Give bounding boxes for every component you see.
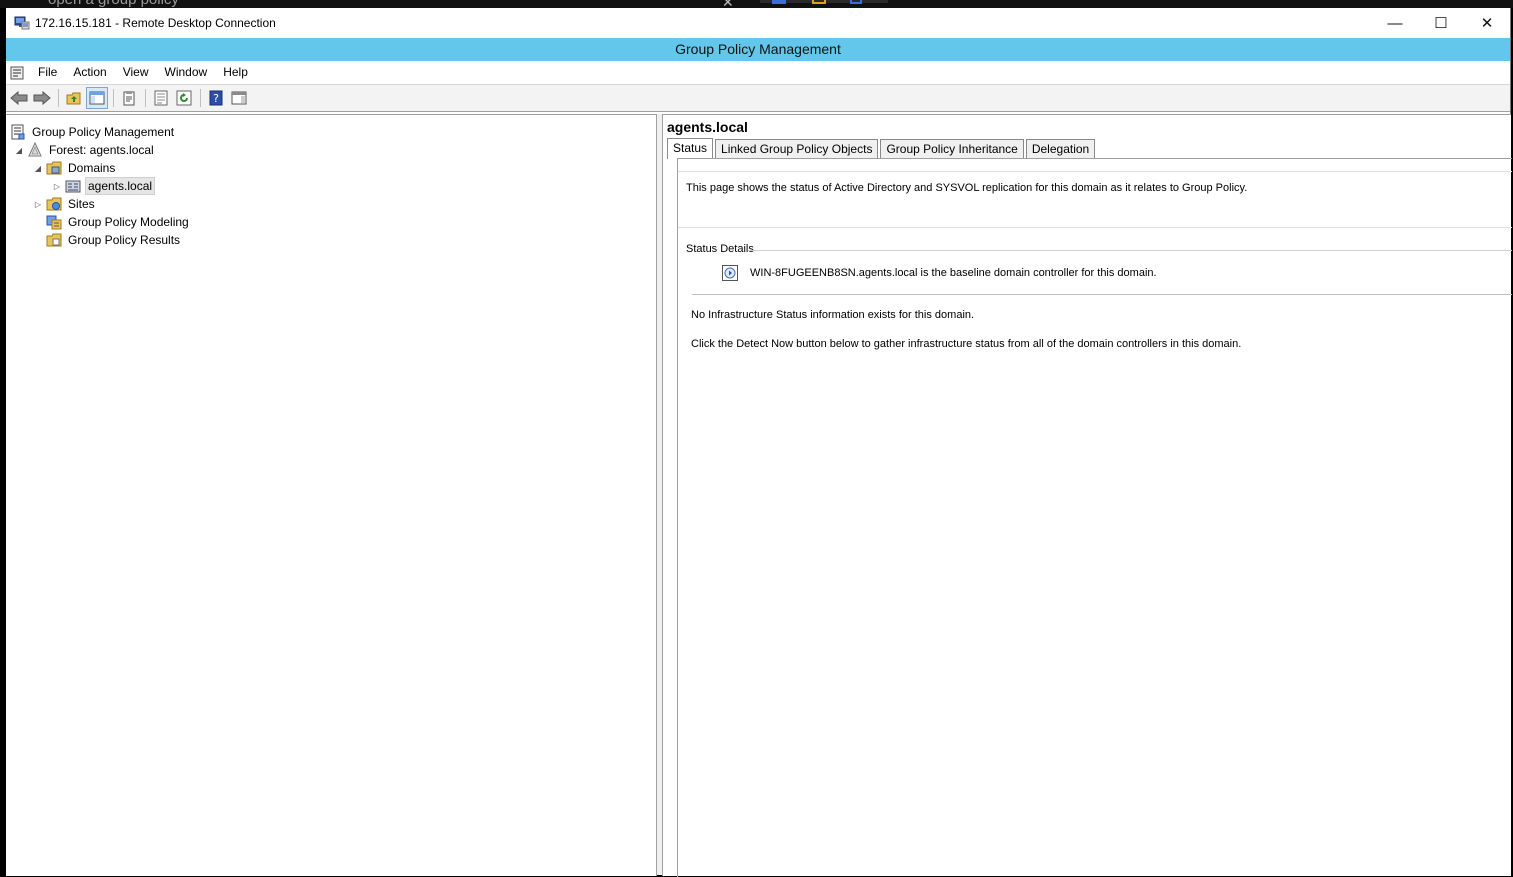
up-one-level-button[interactable] [63, 87, 85, 109]
no-infrastructure-text: No Infrastructure Status information exi… [691, 309, 975, 321]
sites-folder-icon [46, 196, 62, 212]
forward-arrow-icon [33, 91, 51, 105]
tree-item-domains[interactable]: ◢ Domains [33, 159, 117, 177]
tree-label: Domains [68, 161, 116, 175]
forward-button[interactable] [31, 87, 53, 109]
expand-details-button[interactable] [722, 265, 738, 281]
expand-triangle-icon[interactable]: ▷ [52, 182, 62, 191]
details-title: agents.local [667, 119, 748, 135]
forest-icon [27, 142, 43, 158]
show-hide-action-pane-button[interactable] [228, 87, 250, 109]
domains-folder-icon [46, 160, 62, 176]
rdp-title-bar[interactable]: 172.16.15.181 - Remote Desktop Connectio… [6, 8, 1510, 38]
rdp-window-title: 172.16.15.181 - Remote Desktop Connectio… [35, 16, 276, 30]
tab-linked-gpos[interactable]: Linked Group Policy Objects [715, 139, 879, 158]
menu-file[interactable]: File [30, 61, 65, 84]
show-hide-console-tree-button[interactable] [86, 87, 108, 109]
tree-label: Group Policy Management [32, 125, 175, 139]
tree-item-forest[interactable]: ◢ Forest: agents.local [14, 141, 156, 159]
refresh-button[interactable] [173, 87, 195, 109]
status-separator [692, 294, 1512, 295]
tree-label: Group Policy Results [68, 233, 181, 247]
baseline-dc-text: WIN-8FUGEENB8SN.agents.local is the base… [750, 267, 1157, 279]
status-details-heading: Status Details [686, 243, 754, 255]
collapse-triangle-icon[interactable]: ◢ [14, 146, 24, 155]
tree-label: agents.local [85, 177, 156, 195]
domain-icon [65, 178, 81, 194]
svg-text:?: ? [213, 92, 219, 105]
tab-inheritance[interactable]: Group Policy Inheritance [880, 139, 1024, 158]
console-panes: Group Policy Management ◢ Forest: agents… [6, 114, 1512, 877]
back-arrow-icon [10, 91, 28, 105]
menu-window[interactable]: Window [157, 61, 216, 84]
info-arrow-icon [724, 267, 736, 279]
toolbar: ? [6, 85, 1510, 112]
results-icon [46, 232, 62, 248]
toolbar-separator [200, 89, 201, 107]
menu-view[interactable]: View [115, 61, 157, 84]
menu-help[interactable]: Help [215, 61, 256, 84]
tree-item-group-policy-results[interactable]: Group Policy Results [46, 231, 182, 249]
tree-label: Sites [68, 197, 95, 211]
back-button[interactable] [8, 87, 30, 109]
minimize-button[interactable]: — [1372, 8, 1418, 38]
gpm-console-icon [10, 124, 26, 140]
tree-item-group-policy-modeling[interactable]: Group Policy Modeling [46, 213, 191, 231]
expand-triangle-icon[interactable]: ▷ [33, 200, 43, 209]
folder-up-icon [66, 92, 81, 105]
background-search-text: open a group policy [48, 0, 179, 8]
intro-text: This page shows the status of Active Dir… [686, 182, 1248, 194]
close-icon: ✕ [722, 0, 734, 8]
search-icon [850, 0, 862, 4]
remote-desktop-window: 172.16.15.181 - Remote Desktop Connectio… [6, 8, 1512, 877]
intro-box: This page shows the status of Active Dir… [678, 171, 1512, 228]
status-tab-body: This page shows the status of Active Dir… [677, 158, 1512, 877]
tree-label: Forest: agents.local [49, 143, 154, 157]
menu-bar: File Action View Window Help [6, 61, 1510, 85]
clipboard-icon [123, 91, 135, 106]
tab-status[interactable]: Status [667, 138, 714, 159]
details-pane: agents.local Status Linked Group Policy … [662, 114, 1512, 877]
tree-item-group-policy-management[interactable]: Group Policy Management [10, 123, 176, 141]
status-heading-rule [748, 250, 1512, 251]
close-button[interactable]: ✕ [1464, 8, 1510, 38]
console-tree: Group Policy Management ◢ Forest: agents… [6, 114, 657, 876]
collapse-triangle-icon[interactable]: ◢ [33, 164, 43, 173]
document-list-icon [154, 90, 168, 106]
export-list-button[interactable] [150, 87, 172, 109]
app-title-bar[interactable]: Group Policy Management [6, 38, 1510, 61]
toolbar-separator [145, 89, 146, 107]
details-tabs: Status Linked Group Policy Objects Group… [667, 138, 1097, 159]
toolbar-separator [113, 89, 114, 107]
tree-label: Group Policy Modeling [68, 215, 189, 229]
tree-item-sites[interactable]: ▷ Sites [33, 195, 97, 213]
detect-now-hint: Click the Detect Now button below to gat… [691, 338, 1242, 350]
refresh-icon [176, 90, 192, 106]
modeling-icon [46, 214, 62, 230]
tab-delegation[interactable]: Delegation [1025, 139, 1096, 158]
properties-button[interactable] [118, 87, 140, 109]
toolbar-separator [58, 89, 59, 107]
console-tree-icon [89, 91, 105, 105]
action-pane-icon [231, 91, 247, 105]
remote-desktop-icon [14, 16, 30, 30]
app-icon [812, 0, 826, 4]
app-icon [772, 0, 786, 4]
tree-item-agents-local[interactable]: ▷ agents.local [52, 177, 156, 195]
help-icon: ? [209, 90, 223, 106]
background-browser-strip: open a group policy ✕ [0, 0, 1513, 8]
menu-action[interactable]: Action [65, 61, 114, 84]
console-icon[interactable] [10, 66, 24, 80]
maximize-button[interactable]: ☐ [1418, 8, 1464, 38]
help-button[interactable]: ? [205, 87, 227, 109]
